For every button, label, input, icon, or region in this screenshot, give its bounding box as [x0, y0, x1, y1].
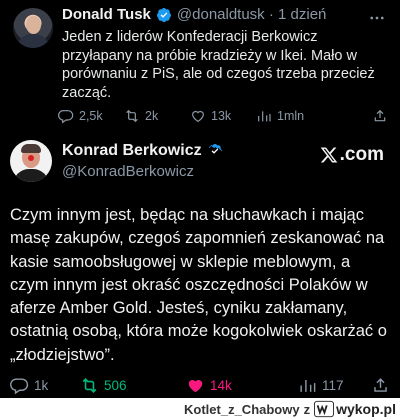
reply-icon — [58, 110, 74, 124]
views-count: 117 — [322, 377, 344, 393]
verified-badge-icon — [208, 144, 222, 154]
action-bar: 1k 506 14k 117 — [10, 374, 390, 396]
verified-badge-icon — [156, 7, 171, 22]
x-logo: .com — [319, 144, 384, 166]
retweet-count: 2k — [145, 109, 159, 123]
share-button[interactable] — [372, 108, 388, 124]
wykop-logo: wykop.pl — [314, 400, 396, 418]
brand-text: wykop.pl — [336, 401, 396, 417]
wykop-icon — [314, 400, 335, 418]
like-button[interactable]: 13k — [190, 108, 256, 124]
retweet-count: 506 — [104, 377, 127, 393]
retweet-button[interactable]: 506 — [80, 376, 152, 395]
heart-icon — [188, 379, 203, 392]
views-button[interactable]: 117 — [298, 376, 368, 395]
author-handle: @donaldtusk · 1 dzień — [176, 6, 327, 23]
uploader-name: Kotlet_z_Chabowy — [184, 401, 300, 417]
tweet-text: Jeden z liderów Konfederacji Berkowicz p… — [62, 29, 375, 101]
share-button[interactable] — [371, 376, 390, 395]
views-icon — [258, 111, 271, 122]
author-header: Konrad Berkowicz — [62, 142, 223, 160]
like-count: 13k — [211, 109, 232, 123]
action-bar: 2,5k 2k 13k 1mln — [58, 106, 388, 126]
tweet-header: Donald Tusk @donaldtusk · 1 dzień — [62, 6, 326, 23]
retweet-icon — [82, 377, 97, 393]
reply-button[interactable]: 2,5k — [58, 108, 124, 124]
views-button[interactable]: 1mln — [256, 108, 322, 124]
watermark-footer: Kotlet_z_Chabowy z wykop.pl — [0, 398, 400, 420]
retweet-button[interactable]: 2k — [124, 108, 190, 124]
footer-separator: z — [303, 401, 311, 417]
author-name[interactable]: Konrad Berkowicz — [62, 142, 202, 160]
reply-count: 1k — [34, 377, 49, 393]
more-options-icon[interactable] — [368, 9, 386, 27]
share-icon — [374, 109, 386, 122]
post-text: Czym innym jest, będąc na słuchawkach i … — [10, 206, 387, 364]
views-icon — [300, 379, 316, 392]
x-icon — [320, 147, 337, 163]
share-icon — [374, 377, 387, 392]
platform-suffix: .com — [339, 144, 384, 165]
main-post[interactable]: Konrad Berkowicz @KonradBerkowicz .com C… — [0, 134, 400, 398]
reply-count: 2,5k — [79, 109, 103, 123]
avatar[interactable] — [10, 140, 52, 182]
quoted-tweet[interactable]: Donald Tusk @donaldtusk · 1 dzień Jeden … — [0, 0, 400, 134]
reply-icon — [10, 377, 29, 394]
views-count: 1mln — [277, 109, 305, 123]
like-count: 14k — [210, 377, 232, 393]
avatar[interactable] — [13, 8, 53, 48]
author-name[interactable]: Donald Tusk — [62, 6, 151, 23]
heart-icon — [192, 110, 204, 123]
author-handle: @KonradBerkowicz — [62, 163, 194, 180]
retweet-icon — [126, 109, 138, 123]
like-button[interactable]: 14k — [186, 376, 298, 395]
reply-button[interactable]: 1k — [10, 376, 80, 395]
